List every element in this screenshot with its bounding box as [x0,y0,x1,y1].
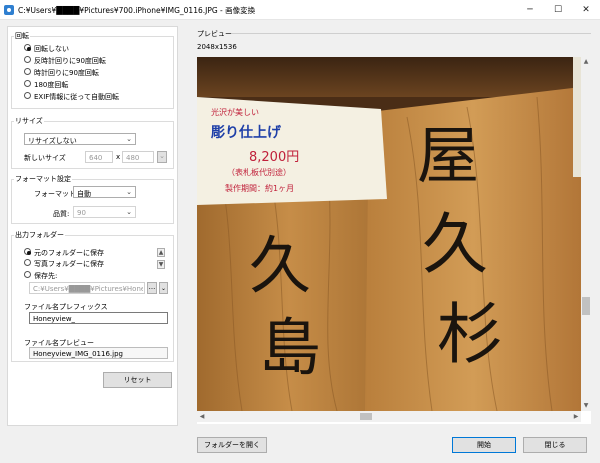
format-group-title: フォーマット設定 [14,174,72,184]
new-size-label: 新しいサイズ [24,154,66,162]
format-value: 自動 [77,190,91,198]
filename-preview-value: Honeyview_IMG_0116.jpg [33,350,123,358]
output-option-label: 写真フォルダーに保存 [34,260,104,268]
open-folder-button[interactable]: フォルダーを開く [197,437,267,453]
close-button[interactable]: 閉じる [523,437,587,453]
prefix-label: ファイル名プレフィックス [24,303,108,311]
radio-button[interactable] [24,248,31,255]
rotation-option-180[interactable]: 180度回転 [24,79,164,89]
rotation-option-cw90[interactable]: 時計回りに90度回転 [24,67,164,77]
rotation-option-label: 反時計回りに90度回転 [34,57,106,65]
radio-button[interactable] [24,56,31,63]
reset-button[interactable]: リセット [103,372,172,388]
radio-button[interactable] [24,80,31,87]
horizontal-scrollbar[interactable]: ◀ ▶ [197,411,581,422]
carved-char: 久 [249,229,311,302]
height-field[interactable]: 480 [122,151,154,163]
output-group-title: 出力フォルダー [14,230,65,240]
filename-preview-field: Honeyview_IMG_0116.jpg [29,347,168,359]
rotation-option-label: 回転しない [34,45,69,53]
prefix-input[interactable]: Honeyview_ [29,312,168,324]
carved-char: 屋 [417,119,479,192]
prefix-value: Honeyview_ [33,315,76,323]
output-option-label: 元のフォルダーに保存 [34,249,104,257]
path-history-button[interactable]: ⌄ [159,282,168,294]
radio-button[interactable] [24,271,31,278]
preview-title: プレビュー [197,30,232,38]
format-select[interactable]: 自動 ⌄ [73,186,136,198]
sign-line: 彫り仕上げ [210,124,282,141]
chevron-down-icon: ⌄ [126,208,132,216]
size-separator: x [116,153,121,161]
photo-shelf [197,57,581,97]
output-option-custom[interactable]: 保存先: [24,270,154,280]
move-down-button[interactable]: ▼ [157,260,165,269]
size-preset-button[interactable]: ⌄ [157,151,167,163]
chevron-down-icon: ⌄ [126,188,132,196]
title-bar: C:¥Users¥████¥Pictures¥700.iPhone¥IMG_01… [0,0,600,20]
start-button[interactable]: 開始 [452,437,516,453]
chevron-down-icon: ⌄ [126,135,132,143]
carved-char: 久 [422,206,488,283]
scroll-up-icon[interactable]: ▲ [581,57,591,67]
horizontal-scroll-thumb[interactable] [360,413,372,420]
sign-line: 8,200円 [249,150,299,165]
resize-mode-select[interactable]: リサイズしない ⌄ [24,133,136,145]
output-path-value: C:¥Users¥████¥Pictures¥Honeyview [33,285,143,293]
browse-button[interactable]: ... [147,282,157,294]
radio-button[interactable] [24,44,31,51]
sign-line: 光沢が美しい [211,107,259,117]
quality-value: 90 [77,209,86,217]
scroll-left-icon[interactable]: ◀ [197,411,207,422]
resize-group-title: リサイズ [14,116,44,126]
rotation-option-label: EXIF情報に従って自動回転 [34,93,119,101]
output-option-pictures[interactable]: 写真フォルダーに保存 [24,258,154,268]
vertical-scrollbar[interactable]: ▲ ▼ [581,57,591,411]
app-icon [4,5,14,15]
resize-mode-value: リサイズしない [28,137,77,145]
maximize-button[interactable]: ☐ [544,0,572,20]
preview-photo: 光沢が美しい 彫り仕上げ 8,200円 （表札板代別途） 製作期間：約1ヶ月 久… [197,57,581,411]
rotation-option-label: 時計回りに90度回転 [34,69,99,77]
radio-button[interactable] [24,68,31,75]
rotation-option-none[interactable]: 回転しない [24,43,164,53]
window-title: C:¥Users¥████¥Pictures¥700.iPhone¥IMG_01… [18,6,256,15]
quality-select[interactable]: 90 ⌄ [73,206,136,218]
minimize-button[interactable]: ─ [516,0,544,20]
scroll-right-icon[interactable]: ▶ [571,411,581,422]
card-edge [573,57,581,177]
height-value: 480 [126,154,140,162]
preview-image[interactable]: 光沢が美しい 彫り仕上げ 8,200円 （表札板代別途） 製作期間：約1ヶ月 久… [197,57,581,411]
image-dimensions: 2048x1536 [197,43,237,51]
sign-line: 製作期間：約1ヶ月 [225,183,294,193]
format-label: フォーマット: [34,190,79,198]
output-option-original[interactable]: 元のフォルダーに保存 [24,247,154,257]
quality-label: 品質: [53,210,70,218]
rotation-group-title: 回転 [14,31,30,41]
preview-divider [232,33,591,34]
width-value: 640 [89,154,103,162]
scroll-down-icon[interactable]: ▼ [581,401,591,411]
vertical-scroll-thumb[interactable] [582,297,590,315]
output-path-field[interactable]: C:¥Users¥████¥Pictures¥Honeyview [29,282,145,294]
output-option-label: 保存先: [34,272,58,280]
rotation-option-ccw90[interactable]: 反時計回りに90度回転 [24,55,164,65]
carved-char: 島 [259,311,321,384]
carved-char: 杉 [437,296,503,373]
radio-button[interactable] [24,259,31,266]
radio-button[interactable] [24,92,31,99]
rotation-option-exif[interactable]: EXIF情報に従って自動回転 [24,91,164,101]
sign-line: （表札板代別途） [227,167,291,177]
close-window-button[interactable]: ✕ [572,0,600,20]
move-up-button[interactable]: ▲ [157,248,165,257]
width-field[interactable]: 640 [85,151,113,163]
rotation-option-label: 180度回転 [34,81,69,89]
